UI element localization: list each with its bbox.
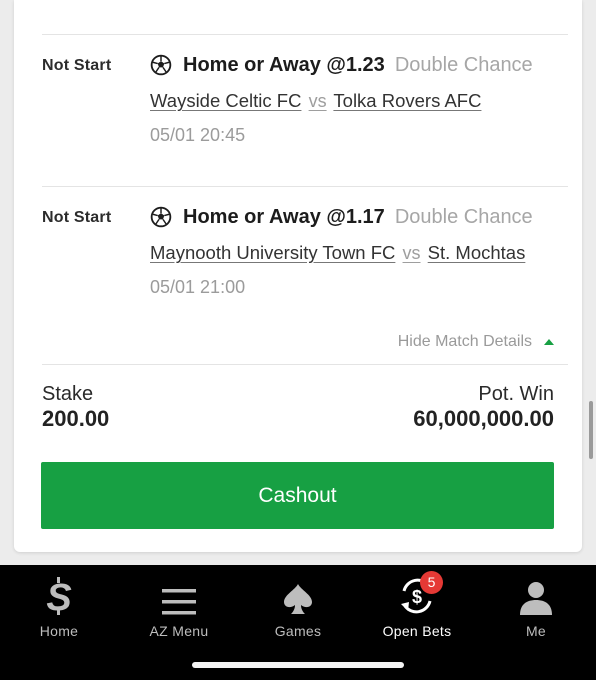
away-team[interactable]: Tolka Rovers AFC	[333, 90, 481, 111]
selection-text: Home or Away @1.23	[183, 53, 385, 76]
user-icon	[520, 582, 552, 615]
tab-label: Games	[274, 623, 322, 639]
scrollbar[interactable]	[589, 401, 593, 459]
pot-win-value: 60,000,000.00	[413, 406, 554, 431]
divider	[42, 34, 568, 35]
home-team[interactable]: Wayside Celtic FC	[150, 90, 301, 111]
hide-match-details-toggle[interactable]: Hide Match Details	[398, 333, 554, 351]
market-name: Double Chance	[394, 53, 533, 76]
tab-az-menu[interactable]: AZ Menu	[129, 565, 229, 640]
divider	[42, 186, 568, 187]
tab-label: Home	[39, 623, 79, 639]
bet-slip-card: Not Start Home or Away @1.23 Double Chan…	[14, 0, 582, 552]
soccer-ball-icon	[150, 54, 172, 76]
match-teams[interactable]: Wayside Celtic FC vs Tolka Rovers AFC	[150, 90, 481, 112]
selection-line: Home or Away @1.23 Double Chance	[150, 52, 533, 78]
hamburger-menu-icon	[162, 589, 196, 615]
svg-text:$: $	[412, 587, 422, 607]
stake-label: Stake	[42, 383, 94, 405]
sportybet-s-icon: S	[46, 577, 72, 615]
vs-label: vs	[402, 243, 421, 263]
tab-label: Open Bets	[382, 623, 452, 639]
market-name: Double Chance	[394, 205, 533, 228]
vs-label: vs	[308, 91, 327, 111]
tab-me[interactable]: Me	[486, 565, 586, 640]
match-teams[interactable]: Maynooth University Town FC vs St. Mocht…	[150, 242, 525, 264]
stake-value: 200.00	[42, 406, 110, 431]
spade-icon	[284, 584, 312, 614]
hide-match-details-label[interactable]: Hide Match Details	[398, 333, 532, 351]
home-indicator[interactable]	[192, 662, 404, 668]
tab-label: AZ Menu	[149, 623, 209, 639]
open-bets-badge: 5	[420, 571, 443, 594]
selection-text: Home or Away @1.17	[183, 205, 385, 228]
tab-open-bets[interactable]: $ 5 Open Bets	[367, 565, 467, 640]
away-team[interactable]: St. Mochtas	[428, 242, 526, 263]
match-datetime: 05/01 20:45	[150, 125, 246, 145]
home-team[interactable]: Maynooth University Town FC	[150, 242, 395, 263]
bet-status: Not Start	[42, 209, 112, 226]
cashout-button[interactable]: Cashout	[41, 462, 554, 529]
selection-line: Home or Away @1.17 Double Chance	[150, 204, 533, 230]
tab-home[interactable]: S Home	[9, 565, 109, 640]
soccer-ball-icon	[150, 206, 172, 228]
pot-win-label: Pot. Win	[478, 383, 554, 405]
tab-games[interactable]: Games	[248, 565, 348, 640]
match-datetime: 05/01 21:00	[150, 277, 246, 297]
tab-label: Me	[525, 623, 547, 639]
caret-up-icon	[544, 339, 554, 345]
bet-status: Not Start	[42, 57, 112, 74]
divider	[42, 364, 568, 365]
